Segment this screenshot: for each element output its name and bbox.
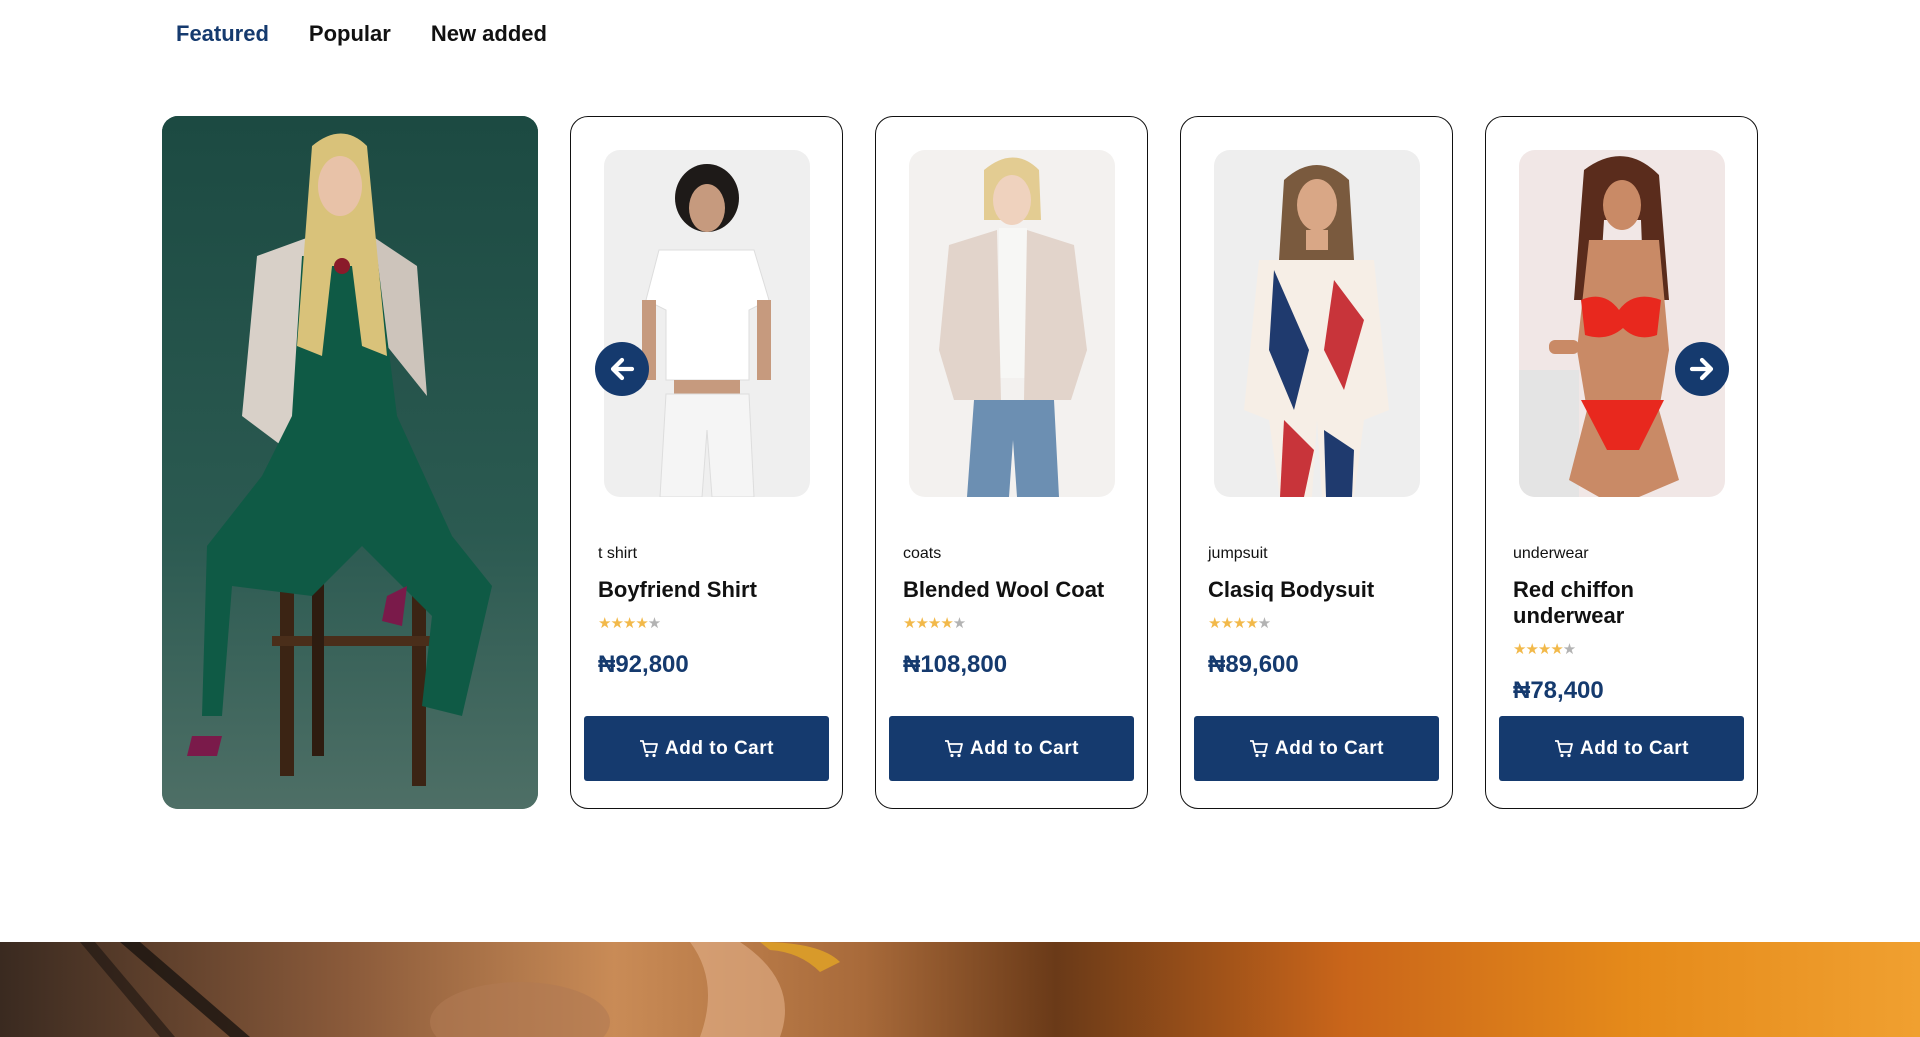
product-card[interactable]: coats Blended Wool Coat ★★★★★ ₦108,800 A…: [875, 116, 1148, 809]
add-to-cart-label: Add to Cart: [1275, 737, 1384, 759]
rating-stars: ★★★★★: [1513, 641, 1576, 658]
add-to-cart-button[interactable]: Add to Cart: [584, 716, 829, 781]
product-card[interactable]: t shirt Boyfriend Shirt ★★★★★ ₦92,800 Ad…: [570, 116, 843, 809]
rating-stars: ★★★★★: [903, 615, 966, 632]
product-name[interactable]: Boyfriend Shirt: [598, 577, 828, 603]
product-category: coats: [903, 545, 942, 562]
add-to-cart-button[interactable]: Add to Cart: [1499, 716, 1744, 781]
product-price: ₦108,800: [903, 651, 1008, 678]
add-to-cart-label: Add to Cart: [1580, 737, 1689, 759]
product-category: t shirt: [598, 545, 638, 562]
product-name[interactable]: Red chiffon underwear: [1513, 577, 1743, 629]
cart-icon: [945, 739, 963, 757]
product-card[interactable]: jumpsuit Clasiq Bodysuit ★★★★★ ₦89,600 A…: [1180, 116, 1453, 809]
arrow-right-icon: [1689, 357, 1714, 381]
product-image[interactable]: [1519, 150, 1725, 497]
product-price: ₦89,600: [1208, 651, 1299, 678]
carousel-next-button[interactable]: [1675, 342, 1729, 396]
featured-hero-image: [162, 116, 538, 809]
product-price: ₦78,400: [1513, 677, 1604, 704]
rating-stars: ★★★★★: [1208, 615, 1271, 632]
category-tabs: Featured Popular New added: [176, 18, 547, 50]
cart-icon: [1555, 739, 1573, 757]
carousel-prev-button[interactable]: [595, 342, 649, 396]
product-name[interactable]: Clasiq Bodysuit: [1208, 577, 1438, 603]
product-category: underwear: [1513, 545, 1589, 562]
product-category: jumpsuit: [1208, 545, 1268, 562]
add-to-cart-button[interactable]: Add to Cart: [1194, 716, 1439, 781]
tab-featured[interactable]: Featured: [176, 18, 269, 50]
product-price: ₦92,800: [598, 651, 689, 678]
product-card[interactable]: underwear Red chiffon underwear ★★★★★ ₦7…: [1485, 116, 1758, 809]
product-image[interactable]: [604, 150, 810, 497]
add-to-cart-label: Add to Cart: [665, 737, 774, 759]
product-image[interactable]: [909, 150, 1115, 497]
rating-stars: ★★★★★: [598, 615, 661, 632]
add-to-cart-button[interactable]: Add to Cart: [889, 716, 1134, 781]
product-name[interactable]: Blended Wool Coat: [903, 577, 1133, 603]
cart-icon: [640, 739, 658, 757]
product-image[interactable]: [1214, 150, 1420, 497]
tab-popular[interactable]: Popular: [309, 18, 391, 50]
cart-icon: [1250, 739, 1268, 757]
promo-banner-image: [0, 942, 1920, 1037]
arrow-left-icon: [610, 357, 635, 381]
tab-new-added[interactable]: New added: [431, 18, 547, 50]
add-to-cart-label: Add to Cart: [970, 737, 1079, 759]
